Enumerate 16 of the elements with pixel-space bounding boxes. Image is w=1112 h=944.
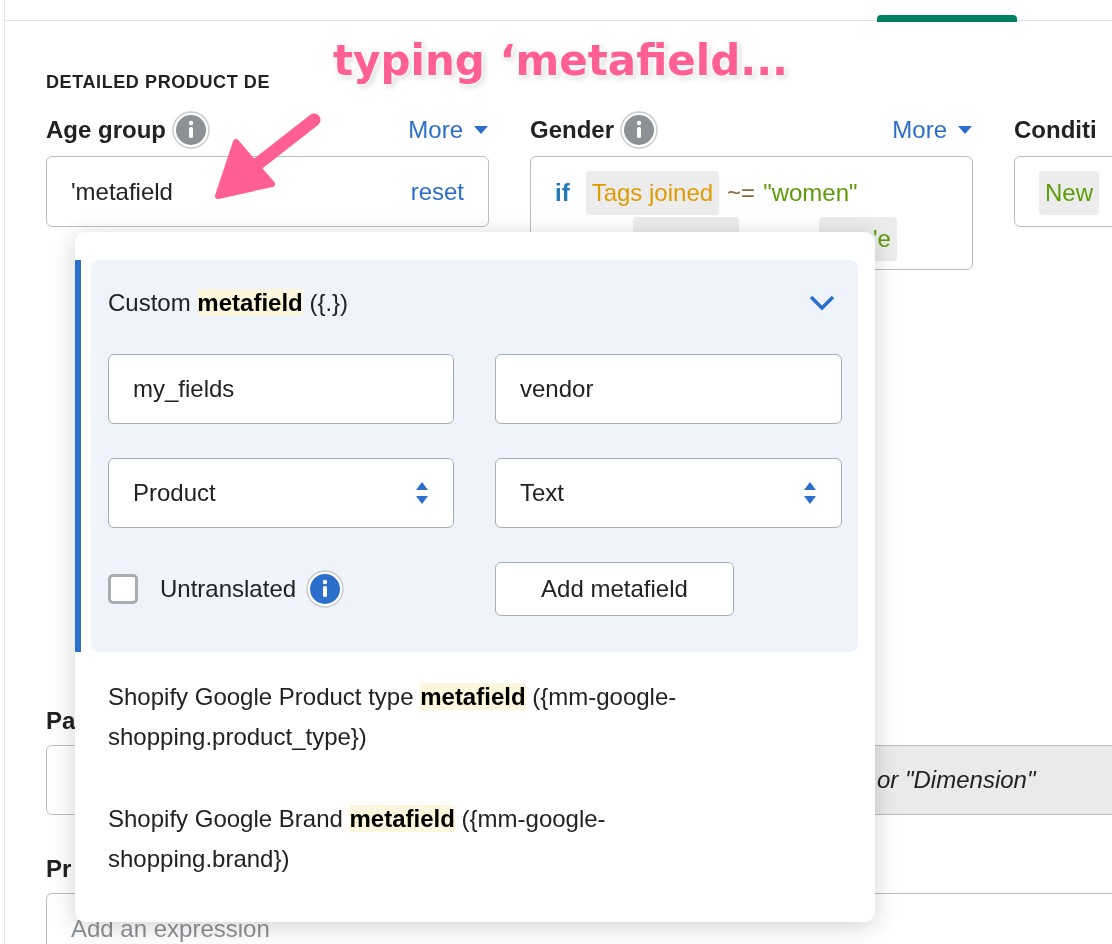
- string-token: "women": [763, 179, 858, 207]
- field-label: Pr: [46, 855, 72, 883]
- keyword-token: if: [555, 179, 570, 207]
- option-title: Custom metafield ({.}): [108, 288, 349, 317]
- attribute-token: Tags joined: [585, 171, 720, 215]
- field-value: 'metafield: [71, 177, 174, 206]
- field-label: Age group: [46, 116, 166, 144]
- section-heading: DETAILED PRODUCT DE: [46, 72, 272, 94]
- operator-token: ~=: [727, 179, 756, 207]
- field-label: Pa: [46, 707, 76, 735]
- checkbox-label: Untranslated: [160, 575, 297, 603]
- field-label: Conditi: [1014, 116, 1097, 144]
- string-token: New: [1039, 171, 1099, 215]
- placeholder-text: Add an expression: [70, 915, 270, 943]
- field-label: Gender: [530, 116, 615, 144]
- annotation-text: typing ‘metafield...: [333, 36, 789, 85]
